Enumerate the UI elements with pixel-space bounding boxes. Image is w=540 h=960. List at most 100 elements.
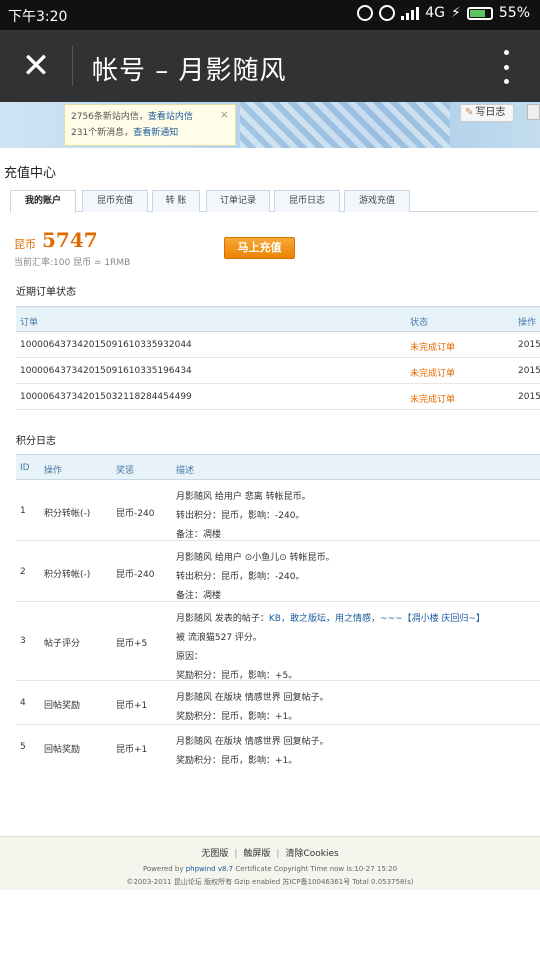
status-icons: 4G ⚡ 55% — [357, 5, 530, 21]
phpwind-link[interactable]: phpwind v8.7 — [186, 865, 233, 873]
pencil-icon: ✎ — [465, 107, 474, 118]
col-reward: 奖惩 — [116, 466, 135, 476]
charging-icon: ⚡ — [451, 5, 461, 21]
desc-line: 被 流浪猫527 评分。 — [176, 633, 262, 643]
powered-rest: Certificate Copyright Time now is:10-27 … — [233, 865, 398, 873]
table-row: 100006437342015091610335932044 未完成订单 201… — [16, 332, 540, 358]
row-description: 月影随风 发表的帖子：KB，敢之版坛，用之情感，~~~【凋小楼 庆回归~】 被 … — [176, 610, 485, 686]
row-reward: 昆币-240 — [116, 509, 155, 519]
tab-coin-log[interactable]: 昆币日志 — [274, 190, 340, 212]
order-status-link[interactable]: 未完成订单 — [410, 366, 455, 379]
row-operation: 回帖奖励 — [44, 701, 81, 711]
close-icon[interactable]: ✕ — [20, 48, 52, 84]
notice-close-icon[interactable]: × — [220, 107, 229, 123]
desc-line: 月影随风 在版块 情感世界 回复帖子。 — [176, 737, 329, 747]
table-row: 100006437342015032118284454499 未完成订单 201… — [16, 384, 540, 410]
row-id: 1 — [20, 506, 26, 516]
table-row: 2 积分转帐(-) 昆币-240 月影随风 给用户 ⊙小鱼儿⊙ 转帐昆币。 转出… — [16, 541, 540, 602]
balance-value: 5747 — [42, 228, 98, 252]
powered-prefix: Powered by — [142, 865, 186, 873]
app-bar: ✕ 帐号 – 月影随风 — [0, 30, 540, 102]
row-reward: 昆币-240 — [116, 570, 155, 580]
mute-icon — [357, 5, 374, 21]
order-number: 100006437342015032118284454499 — [20, 392, 192, 402]
banner-decoration — [240, 102, 450, 148]
view-messages-link[interactable]: 查看站内信 — [148, 112, 193, 122]
view-notifications-link[interactable]: 查看新通知 — [133, 128, 178, 138]
image-icon[interactable] — [527, 104, 540, 120]
order-status-link[interactable]: 未完成订单 — [410, 392, 455, 405]
page-footer: 无图版 | 触屏版 | 清除Cookies Powered by phpwind v8.… — [0, 836, 540, 890]
points-table-header: ID 操作 奖惩 描述 — [16, 454, 540, 480]
status-time: 下午3:20 — [8, 9, 68, 25]
order-action: 2015 — [518, 392, 540, 402]
message-notice: 2756条新站内信，查看站内信 231个新消息，查看新通知 × — [64, 104, 236, 146]
tab-bar: 我的账户 昆币充值 转 账 订单记录 昆币日志 游戏充值 — [10, 190, 538, 213]
footer-link-touch-version[interactable]: 触屏版 — [243, 849, 270, 859]
tab-my-account[interactable]: 我的账户 — [10, 190, 76, 213]
row-description: 月影随风 给用户 悲离 转帐昆币。 转出积分：昆币，影响：-240。 备注：凋楼 — [176, 488, 311, 545]
battery-label: 55% — [498, 5, 530, 21]
tab-game-recharge[interactable]: 游戏充值 — [344, 190, 410, 212]
table-row: 5 回帖奖励 昆币+1 月影随风 在版块 情感世界 回复帖子。 奖励积分：昆币，… — [16, 725, 540, 769]
desc-line: 奖励积分：昆币，影响：+1。 — [176, 756, 298, 766]
row-reward: 昆币+1 — [116, 701, 148, 711]
order-number: 100006437342015091610335932044 — [20, 340, 192, 350]
desc-line: 原因： — [176, 652, 204, 662]
points-heading: 积分日志 — [16, 436, 56, 447]
app-bar-title: 帐号 – 月影随风 — [92, 56, 287, 86]
col-operation: 操作 — [44, 466, 63, 476]
table-row: 3 帖子评分 昆币+5 月影随风 发表的帖子：KB，敢之版坛，用之情感，~~~【… — [16, 602, 540, 681]
desc-line: 转出积分：昆币，影响：-240。 — [176, 511, 305, 521]
orders-table-header: 订单 状态 操作 — [16, 306, 540, 332]
row-reward: 昆币+5 — [116, 639, 148, 649]
order-action: 2015 — [518, 366, 540, 376]
status-bar: 下午3:20 4G ⚡ 55% — [0, 0, 540, 30]
desc-line: 月影随风 给用户 ⊙小鱼儿⊙ 转帐昆币。 — [176, 553, 335, 563]
row-id: 4 — [20, 698, 26, 708]
app-bar-divider — [72, 46, 73, 86]
tab-transfer[interactable]: 转 账 — [152, 190, 200, 212]
desc-line: 月影随风 发表的帖子： — [176, 614, 269, 624]
notice-line1-text: 2756条新站内信， — [71, 112, 148, 122]
points-table: ID 操作 奖惩 描述 1 积分转帐(-) 昆币-240 月影随风 给用户 悲离… — [16, 454, 540, 769]
col-id: ID — [20, 463, 30, 473]
exchange-rate: 当前汇率:100 昆币 = 1RMB — [14, 258, 131, 268]
more-vertical-icon[interactable] — [502, 50, 510, 84]
col-status: 状态 — [410, 318, 429, 328]
order-status-link[interactable]: 未完成订单 — [410, 340, 455, 353]
powered-by: Powered by phpwind v8.7 Certificate Copy… — [0, 865, 540, 873]
footer-links: 无图版 | 触屏版 | 清除Cookies — [201, 849, 339, 859]
screen: 下午3:20 4G ⚡ 55% ✕ 帐号 – 月影随风 2756条新站内信，查看… — [0, 0, 540, 960]
footer-link-clear-cookies[interactable]: 清除Cookies — [285, 849, 338, 859]
order-action: 2015 — [518, 340, 540, 350]
orders-table: 订单 状态 操作 100006437342015091610335932044 … — [16, 306, 540, 410]
table-row: 100006437342015091610335196434 未完成订单 201… — [16, 358, 540, 384]
row-id: 5 — [20, 742, 26, 752]
tab-recharge[interactable]: 昆币充值 — [82, 190, 148, 212]
signal-icon — [401, 6, 420, 20]
notice-line2-text: 231个新消息， — [71, 128, 134, 138]
write-log-button[interactable]: ✎ 写日志 — [460, 104, 514, 122]
tab-order-records[interactable]: 订单记录 — [206, 190, 270, 212]
desc-line: 转出积分：昆币，影响：-240。 — [176, 572, 305, 582]
col-order: 订单 — [20, 318, 39, 328]
thread-link[interactable]: KB，敢之版坛，用之情感，~~~【凋小楼 庆回归~】 — [269, 614, 485, 624]
row-id: 2 — [20, 567, 26, 577]
desc-line: 月影随风 在版块 情感世界 回复帖子。 — [176, 693, 329, 703]
copyright: ©2003-2011 昆山论坛 版权所有 Gzip enabled 苏ICP备1… — [126, 878, 414, 886]
orders-heading: 近期订单状态 — [16, 287, 76, 298]
write-log-label: 写日志 — [475, 107, 506, 118]
row-operation: 回帖奖励 — [44, 745, 81, 755]
order-number: 100006437342015091610335196434 — [20, 366, 192, 376]
row-operation: 帖子评分 — [44, 639, 81, 649]
alarm-icon — [379, 5, 396, 21]
table-row: 1 积分转帐(-) 昆币-240 月影随风 给用户 悲离 转帐昆币。 转出积分：… — [16, 480, 540, 541]
balance-label: 昆币 — [14, 238, 36, 251]
footer-link-text-version[interactable]: 无图版 — [201, 849, 228, 859]
row-description: 月影随风 给用户 ⊙小鱼儿⊙ 转帐昆币。 转出积分：昆币，影响：-240。 备注… — [176, 549, 335, 606]
row-description: 月影随风 在版块 情感世界 回复帖子。 奖励积分：昆币，影响：+1。 — [176, 733, 329, 771]
recharge-now-button[interactable]: 马上充值 — [224, 237, 295, 259]
row-description: 月影随风 在版块 情感世界 回复帖子。 奖励积分：昆币，影响：+1。 — [176, 689, 329, 727]
network-label: 4G — [425, 5, 446, 21]
